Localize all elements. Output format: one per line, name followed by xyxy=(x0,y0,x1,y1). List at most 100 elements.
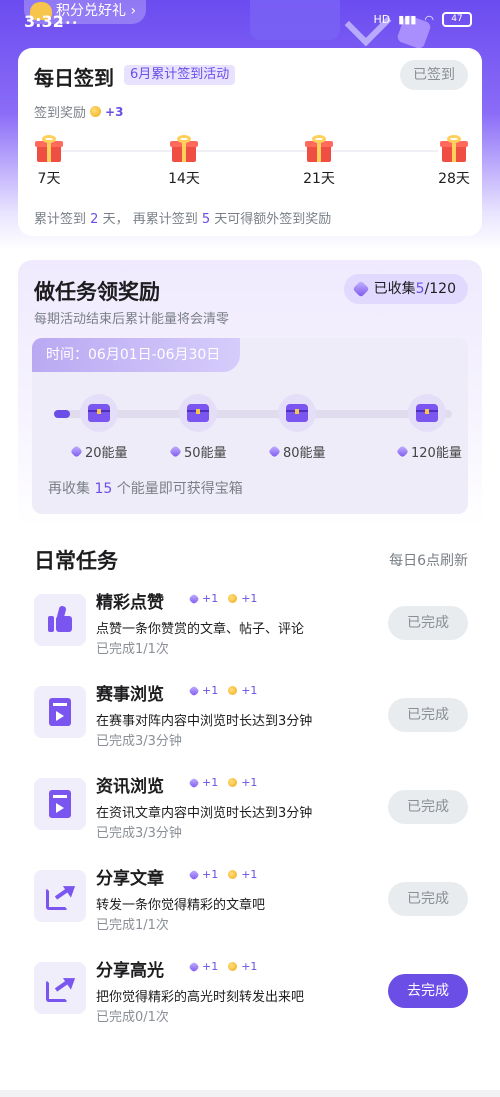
daily-refresh-note: 每日6点刷新 xyxy=(389,553,468,569)
signal-icon: ▮▮▮ xyxy=(398,13,417,26)
milestone-line xyxy=(58,150,438,152)
coin-icon xyxy=(228,962,238,971)
task-row: 分享文章 +1 +1 转发一条你觉得精彩的文章吧 已完成1/1次 已完成 xyxy=(34,868,468,950)
chest-energy-label: 50能量 xyxy=(169,442,227,461)
task-reward-subtitle: 每期活动结束后累计能量将会清零 xyxy=(34,312,230,327)
task-name: 资讯浏览 xyxy=(96,777,164,797)
gift-icon[interactable] xyxy=(34,134,64,164)
energy-gem-icon xyxy=(188,960,200,973)
coin-reward: +1 xyxy=(241,960,258,973)
task-desc: 在赛事对阵内容中浏览时长达到3分钟 xyxy=(96,714,313,729)
task-rewards: +1 +1 xyxy=(186,776,257,789)
go-complete-button[interactable]: 去完成 xyxy=(388,974,468,1008)
task-complete-button[interactable]: 已完成 xyxy=(388,698,468,732)
milestone-day: 28天 xyxy=(438,171,470,187)
coin-icon xyxy=(228,870,238,879)
task-name: 分享高光 xyxy=(96,961,164,981)
chest-energy-label: 80能量 xyxy=(268,442,326,461)
share-icon xyxy=(34,870,86,922)
task-name: 分享文章 xyxy=(96,869,164,889)
coin-reward: +1 xyxy=(241,776,258,789)
wifi-icon: ◠ xyxy=(424,13,434,26)
share-icon xyxy=(34,962,86,1014)
chest-energy-label: 120能量 xyxy=(396,442,462,461)
task-desc: 点赞一条你赞赏的文章、帖子、评论 xyxy=(96,622,305,637)
chest-icon[interactable] xyxy=(408,394,446,432)
hint-text: 天， 再累计签到 xyxy=(102,212,198,227)
gem-reward: +1 xyxy=(202,960,219,973)
energy-gem-icon xyxy=(396,445,409,458)
gem-reward: +1 xyxy=(202,868,219,881)
signin-card: 每日签到 6月累计签到活动 已签到 签到奖励 +3 7天 14天 21天 28天… xyxy=(18,48,482,236)
status-icons: HD ▮▮▮ ◠ 47 xyxy=(373,12,472,27)
task-complete-button[interactable]: 已完成 xyxy=(388,882,468,916)
hint-text: 再收集 xyxy=(48,481,90,497)
task-rewards: +1 +1 xyxy=(186,868,257,881)
bottom-divider xyxy=(0,1090,500,1097)
signin-hint: 累计签到 2 天， 再累计签到 5 天可得额外签到奖励 xyxy=(34,208,331,227)
task-progress: 已完成0/1次 xyxy=(96,1010,169,1025)
collect-hint: 再收集 15 个能量即可获得宝箱 xyxy=(48,478,243,498)
video-doc-icon xyxy=(34,778,86,830)
task-desc: 在资讯文章内容中浏览时长达到3分钟 xyxy=(96,806,313,821)
energy-gem-icon xyxy=(169,445,182,458)
energy-gem-icon xyxy=(188,592,200,605)
gift-icon[interactable] xyxy=(169,134,199,164)
energy-gem-icon xyxy=(188,684,200,697)
status-bar: 3:32 HD ▮▮▮ ◠ 47 xyxy=(0,0,500,36)
energy-progress-panel: 时间：06月01日-06月30日 20能量 50能量 80能量 120能量 再收… xyxy=(32,338,468,514)
task-complete-button[interactable]: 已完成 xyxy=(388,606,468,640)
coin-icon xyxy=(228,594,238,603)
task-progress: 已完成3/3分钟 xyxy=(96,734,182,749)
coin-reward: +1 xyxy=(241,868,258,881)
task-desc: 把你觉得精彩的高光时刻转发出来吧 xyxy=(96,990,305,1005)
signin-title: 每日签到 xyxy=(34,66,114,90)
energy-collected-pill[interactable]: 已收集5/120 xyxy=(343,274,468,304)
gem-reward: +1 xyxy=(202,684,219,697)
energy-track-fill xyxy=(54,410,70,418)
gift-icon[interactable] xyxy=(439,134,469,164)
energy-gem-icon xyxy=(352,280,370,298)
chest-icon[interactable] xyxy=(278,394,316,432)
daily-tasks-title: 日常任务 xyxy=(34,549,118,573)
gem-reward: +1 xyxy=(202,776,219,789)
task-complete-button[interactable]: 已完成 xyxy=(388,790,468,824)
signin-reward-label: 签到奖励 xyxy=(34,106,87,121)
task-row: 精彩点赞 +1 +1 点赞一条你赞赏的文章、帖子、评论 已完成1/1次 已完成 xyxy=(34,592,468,674)
hint-days: 2 xyxy=(90,212,99,227)
coin-icon xyxy=(228,686,238,695)
gift-icon[interactable] xyxy=(304,134,334,164)
hint-more-days: 5 xyxy=(201,212,211,227)
energy-gem-icon xyxy=(70,445,83,458)
energy-gem-icon xyxy=(188,868,200,881)
activity-time-range: 时间：06月01日-06月30日 xyxy=(32,338,240,372)
signin-reward-value: +3 xyxy=(105,104,124,119)
chest-energy-value: 50能量 xyxy=(184,446,227,461)
energy-gem-icon xyxy=(268,445,281,458)
coin-icon xyxy=(90,106,102,117)
chest-energy-label: 20能量 xyxy=(70,442,128,461)
chest-icon[interactable] xyxy=(179,394,217,432)
task-row: 赛事浏览 +1 +1 在赛事对阵内容中浏览时长达到3分钟 已完成3/3分钟 已完成 xyxy=(34,684,468,766)
gem-reward: +1 xyxy=(202,592,219,605)
chest-energy-value: 80能量 xyxy=(283,446,326,461)
hd-signal-icon: HD xyxy=(373,13,391,26)
hint-text: 个能量即可获得宝箱 xyxy=(116,481,243,497)
milestone-day: 14天 xyxy=(168,171,200,187)
coin-reward: +1 xyxy=(241,592,258,605)
collected-num: 5 xyxy=(415,281,425,297)
hint-text: 天可得额外签到奖励 xyxy=(214,212,332,227)
collected-total: /120 xyxy=(424,281,456,297)
signed-button[interactable]: 已签到 xyxy=(400,60,468,90)
video-doc-icon xyxy=(34,686,86,738)
status-time: 3:32 xyxy=(24,12,64,31)
milestone-day: 7天 xyxy=(37,171,61,187)
chest-icon[interactable] xyxy=(80,394,118,432)
task-row: 分享高光 +1 +1 把你觉得精彩的高光时刻转发出来吧 已完成0/1次 去完成 xyxy=(34,960,468,1042)
chest-energy-value: 20能量 xyxy=(85,446,128,461)
task-rewards: +1 +1 xyxy=(186,960,257,973)
task-reward-title: 做任务领奖励 xyxy=(34,280,160,304)
battery-icon: 47 xyxy=(442,12,472,27)
coin-icon xyxy=(228,778,238,787)
signin-activity-badge[interactable]: 6月累计签到活动 xyxy=(124,65,236,85)
